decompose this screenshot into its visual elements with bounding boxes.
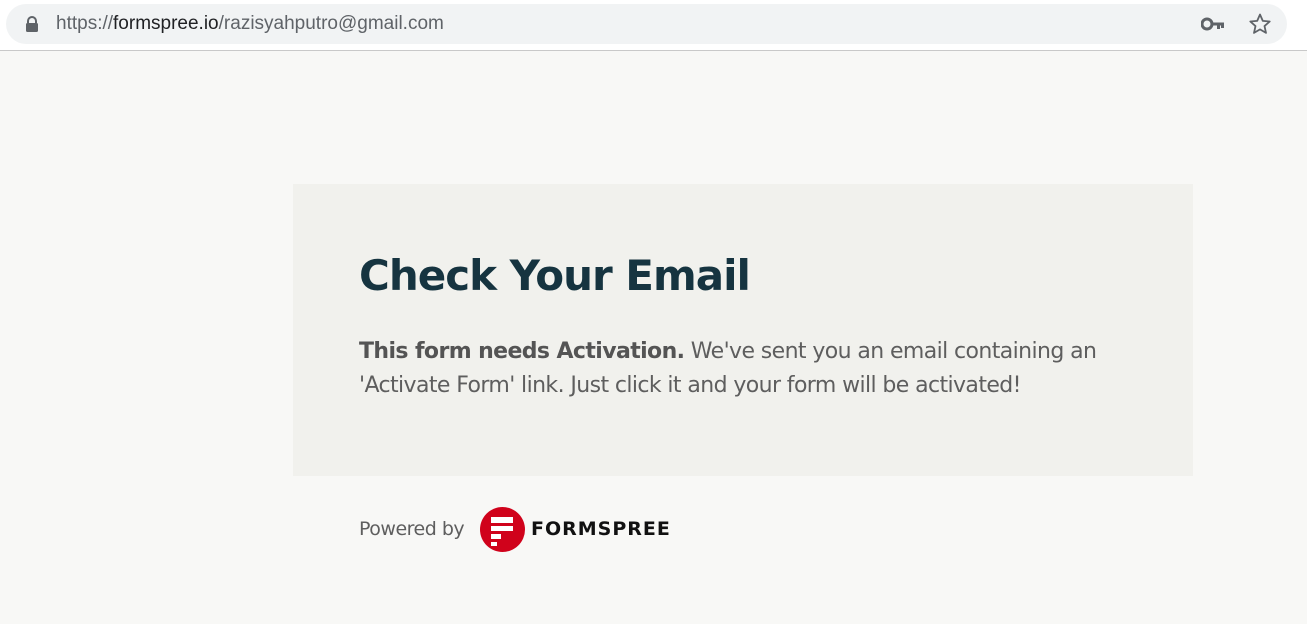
page-content: Check Your Email This form needs Activat… xyxy=(0,51,1307,624)
address-bar[interactable]: https://formspree.io/razisyahputro@gmail… xyxy=(6,4,1287,44)
page-title: Check Your Email xyxy=(359,251,751,300)
star-icon[interactable] xyxy=(1248,12,1272,36)
url-scheme: https:// xyxy=(56,13,114,34)
url-path: /razisyahputro@gmail.com xyxy=(218,13,444,34)
lock-icon[interactable] xyxy=(25,16,39,32)
formspree-logo-icon xyxy=(480,507,525,552)
browser-toolbar: https://formspree.io/razisyahputro@gmail… xyxy=(0,0,1307,51)
key-icon[interactable] xyxy=(1201,16,1225,32)
activation-card: Check Your Email This form needs Activat… xyxy=(293,184,1193,476)
activation-lead: This form needs Activation. xyxy=(359,339,685,364)
url-host: formspree.io xyxy=(113,13,219,34)
activation-message: This form needs Activation. We've sent y… xyxy=(359,335,1159,403)
formspree-link[interactable]: FORMSPREE xyxy=(480,506,670,552)
url-text[interactable]: https://formspree.io/razisyahputro@gmail… xyxy=(56,13,444,35)
powered-by-label: Powered by xyxy=(359,518,465,540)
formspree-brand-name: FORMSPREE xyxy=(531,518,671,540)
